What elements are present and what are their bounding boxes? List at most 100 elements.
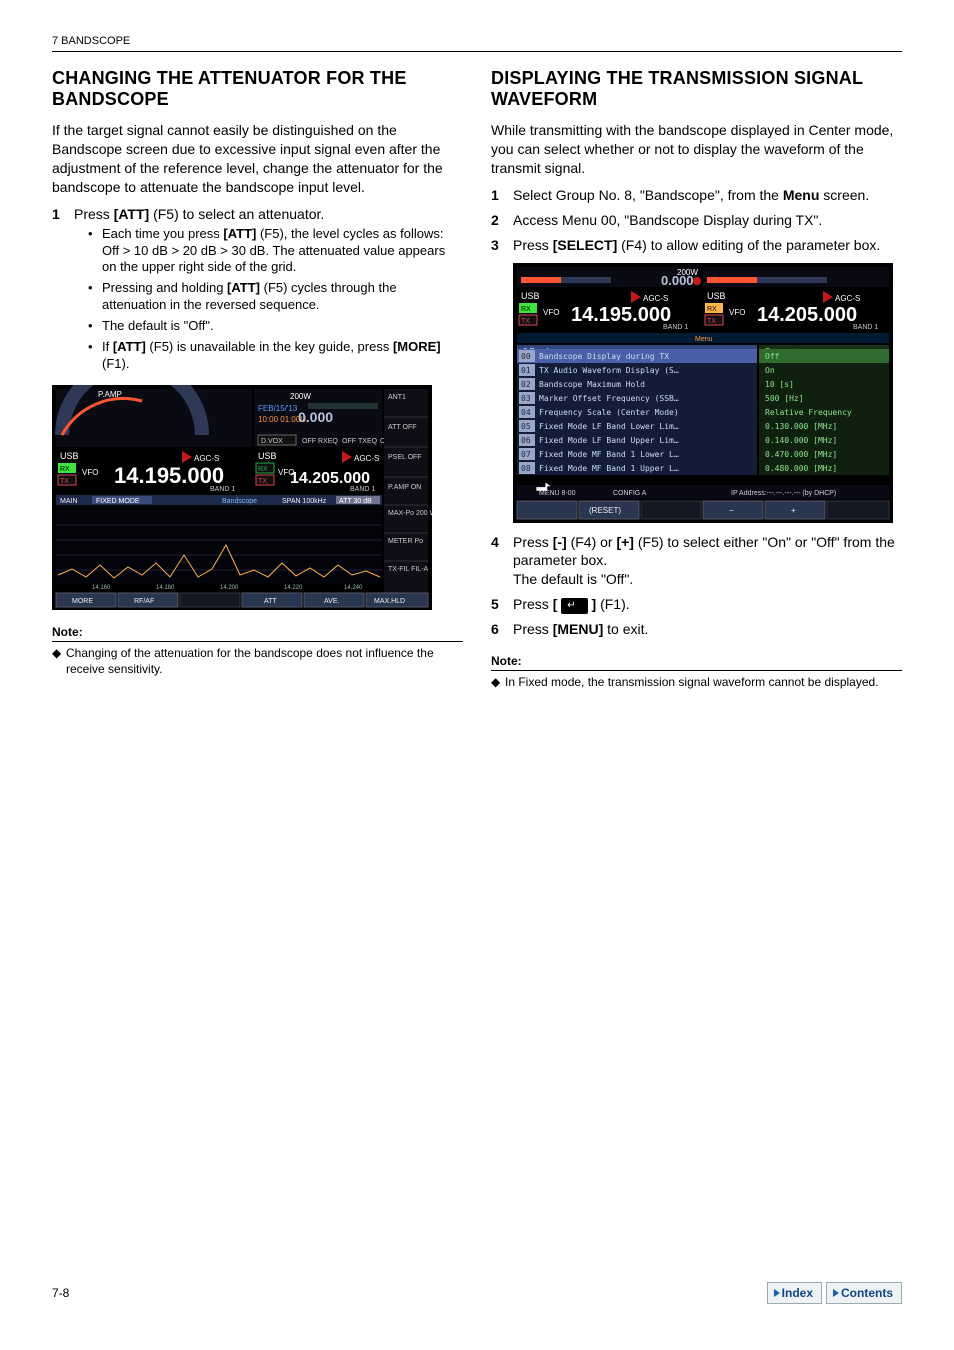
svg-text:CONFIG A: CONFIG A — [613, 490, 647, 497]
svg-text:USB: USB — [521, 291, 540, 301]
svg-text:04: 04 — [521, 408, 531, 417]
svg-text:VFO: VFO — [543, 308, 559, 317]
svg-text:METER Po: METER Po — [388, 538, 423, 545]
svg-text:Bandscope Display during TX: Bandscope Display during TX — [539, 352, 669, 361]
att-key: [ATT] — [114, 206, 150, 222]
note-heading: Note: — [491, 653, 902, 671]
step1-text-b: (F5) to select an attenuator. — [149, 206, 324, 222]
step-4-default: The default is "Off". — [513, 571, 633, 587]
right-note-text: In Fixed mode, the transmission signal w… — [505, 674, 879, 690]
svg-text:MAX-Po 200 W: MAX-Po 200 W — [388, 510, 432, 517]
right-screenshot: 200W 0.000 USB AGC-S RX TX VFO 14.195.00… — [513, 263, 924, 523]
svg-text:USB: USB — [707, 291, 726, 301]
svg-text:08: 08 — [521, 464, 531, 473]
svg-text:−: − — [729, 506, 734, 515]
svg-text:06: 06 — [521, 436, 531, 445]
svg-text:05: 05 — [521, 422, 531, 431]
minus-key: [-] — [553, 534, 567, 550]
header-rule — [52, 51, 902, 52]
return-icon — [561, 598, 587, 614]
svg-text:RX: RX — [258, 466, 268, 473]
diamond-icon: ◆ — [52, 645, 66, 677]
svg-text:MENU 8-00: MENU 8-00 — [539, 490, 576, 497]
svg-text:Fixed Mode MF Band 1 Lower L…: Fixed Mode MF Band 1 Lower L… — [539, 450, 679, 459]
svg-text:01: 01 — [521, 366, 531, 375]
index-button[interactable]: Index — [767, 1282, 822, 1304]
svg-text:Fixed Mode LF Band Upper Lim…: Fixed Mode LF Band Upper Lim… — [539, 436, 679, 445]
sub-bullet: Pressing and holding [ATT] (F5) cycles t… — [88, 280, 463, 314]
svg-text:Fixed Mode LF Band Lower Lim…: Fixed Mode LF Band Lower Lim… — [539, 422, 679, 431]
svg-text:RX: RX — [60, 466, 70, 473]
left-column: CHANGING THE ATTENUATOR FOR THE BANDSCOP… — [52, 64, 463, 691]
page-footer: 7-8 Index Contents — [52, 1282, 902, 1304]
left-screenshot: P.AMP 200W FEB/15/'13 10:00 01:00U 0.000… — [52, 385, 463, 610]
svg-text:FEB/15/'13: FEB/15/'13 — [258, 404, 298, 413]
svg-text:10 [s]: 10 [s] — [765, 380, 794, 389]
page-number: 7-8 — [52, 1285, 69, 1301]
svg-text:AVE.: AVE. — [324, 598, 339, 605]
svg-text:TX-FIL FIL-A: TX-FIL FIL-A — [388, 566, 429, 573]
svg-text:RX: RX — [707, 306, 717, 313]
svg-text:14.160: 14.160 — [92, 585, 111, 591]
svg-text:MORE: MORE — [72, 598, 93, 605]
step-number: 5 — [491, 595, 513, 614]
svg-text:AGC-S: AGC-S — [194, 454, 219, 463]
svg-text:TX: TX — [707, 318, 716, 325]
contents-button[interactable]: Contents — [826, 1282, 902, 1304]
svg-text:SPAN 100kHz: SPAN 100kHz — [282, 498, 327, 505]
svg-text:TX: TX — [258, 478, 267, 485]
svg-text:14.195.000: 14.195.000 — [114, 463, 224, 488]
svg-text:ATT 30 dB: ATT 30 dB — [339, 498, 372, 505]
svg-text:Bandscope Maximum Hold: Bandscope Maximum Hold — [539, 380, 645, 389]
svg-text:14.180: 14.180 — [156, 585, 175, 591]
svg-text:14.205.000: 14.205.000 — [290, 470, 370, 487]
svg-text:PSEL OFF: PSEL OFF — [388, 454, 422, 461]
svg-text:TX: TX — [521, 318, 530, 325]
svg-text:(RESET): (RESET) — [589, 506, 621, 515]
svg-text:Frequency Scale (Center Mode): Frequency Scale (Center Mode) — [539, 408, 679, 417]
svg-text:200W: 200W — [290, 392, 311, 401]
att-key: [ATT] — [223, 226, 256, 241]
svg-text:02: 02 — [521, 380, 531, 389]
svg-text:Relative Frequency: Relative Frequency — [765, 408, 852, 417]
select-key: [SELECT] — [553, 237, 618, 253]
svg-text:P.AMP ON: P.AMP ON — [388, 484, 421, 491]
svg-text:USB: USB — [60, 451, 79, 461]
left-note-text: Changing of the attenuation for the band… — [66, 645, 463, 677]
svg-text:Fixed Mode MF Band 1 Upper L…: Fixed Mode MF Band 1 Upper L… — [539, 464, 679, 473]
svg-text:14.240: 14.240 — [344, 585, 363, 591]
sub-bullet: If [ATT] (F5) is unavailable in the key … — [88, 339, 463, 373]
svg-text:14.205.000: 14.205.000 — [757, 304, 857, 326]
svg-text:P.AMP: P.AMP — [98, 390, 122, 399]
svg-text:FIXED MODE: FIXED MODE — [96, 498, 140, 505]
svg-text:VFO: VFO — [82, 468, 98, 477]
menu-key: Menu — [783, 187, 820, 203]
note-heading: Note: — [52, 624, 463, 642]
svg-text:IP Address:---.---.---.--- (by: IP Address:---.---.---.--- (by DHCP) — [731, 490, 836, 497]
step-number: 1 — [491, 186, 513, 205]
menu-key: [MENU] — [553, 621, 604, 637]
svg-text:0.130.000 [MHz]: 0.130.000 [MHz] — [765, 422, 837, 431]
step-number: 6 — [491, 620, 513, 639]
svg-text:OFF: OFF — [302, 438, 316, 445]
more-key: [MORE] — [393, 339, 441, 354]
svg-text:RF/AF: RF/AF — [134, 598, 154, 605]
svg-text:0.000: 0.000 — [661, 273, 694, 288]
svg-text:BAND 1: BAND 1 — [350, 486, 375, 493]
svg-text:0.480.000 [MHz]: 0.480.000 [MHz] — [765, 464, 837, 473]
svg-text:03: 03 — [521, 394, 531, 403]
step-number: 1 — [52, 205, 74, 377]
svg-text:TX: TX — [60, 478, 69, 485]
svg-text:RX: RX — [521, 306, 531, 313]
svg-text:TXEQ: TXEQ — [358, 438, 378, 445]
svg-text:AGC-S: AGC-S — [835, 294, 860, 303]
svg-text:ANT1: ANT1 — [388, 394, 406, 401]
svg-text:MAIN: MAIN — [60, 498, 78, 505]
svg-text:500 [Hz]: 500 [Hz] — [765, 394, 804, 403]
svg-text:ATT OFF: ATT OFF — [388, 424, 417, 431]
left-intro: If the target signal cannot easily be di… — [52, 121, 463, 197]
step-number: 2 — [491, 211, 513, 230]
svg-text:USB: USB — [258, 451, 277, 461]
right-intro: While transmitting with the bandscope di… — [491, 121, 902, 178]
svg-text:D.VOX: D.VOX — [261, 438, 283, 445]
